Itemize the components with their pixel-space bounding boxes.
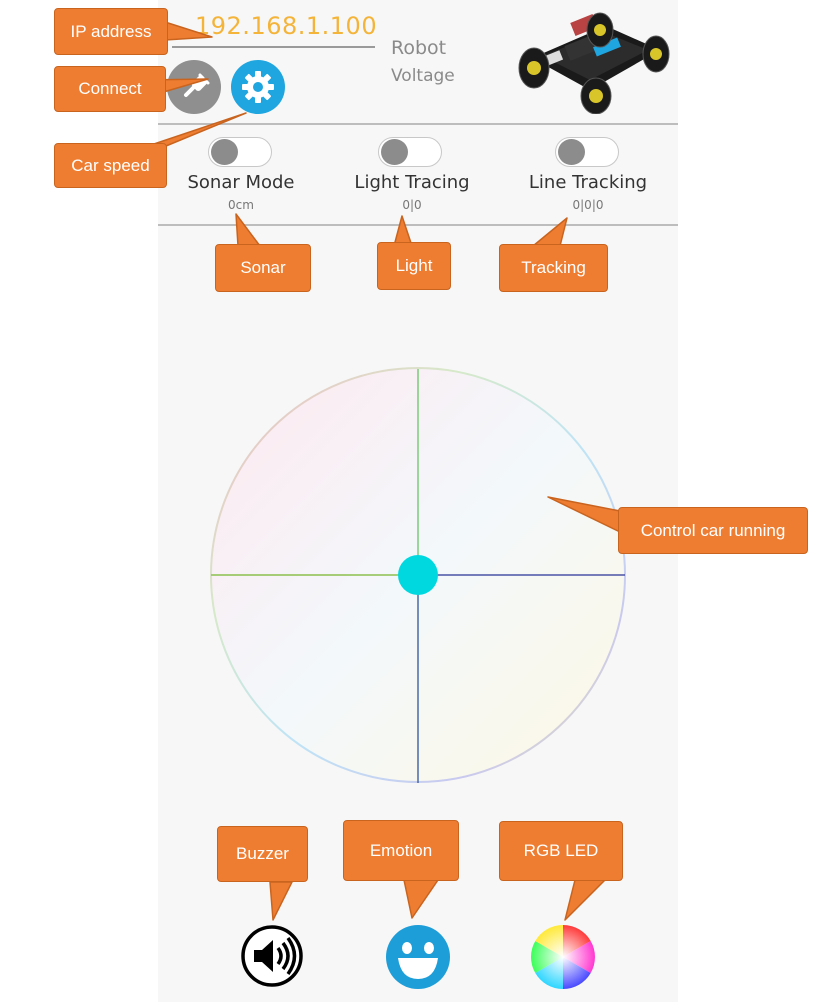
callout-buzzer: Buzzer [217, 826, 308, 882]
callout-sonar: Sonar [215, 244, 311, 292]
callout-connect: Connect [54, 66, 166, 112]
callout-emotion: Emotion [343, 820, 459, 881]
callout-car-speed: Car speed [54, 143, 167, 188]
callout-ip-address: IP address [54, 8, 168, 55]
callout-control-car: Control car running [618, 507, 808, 554]
callout-light: Light [377, 242, 451, 290]
callout-tracking: Tracking [499, 244, 608, 292]
callout-rgb-led: RGB LED [499, 821, 623, 881]
